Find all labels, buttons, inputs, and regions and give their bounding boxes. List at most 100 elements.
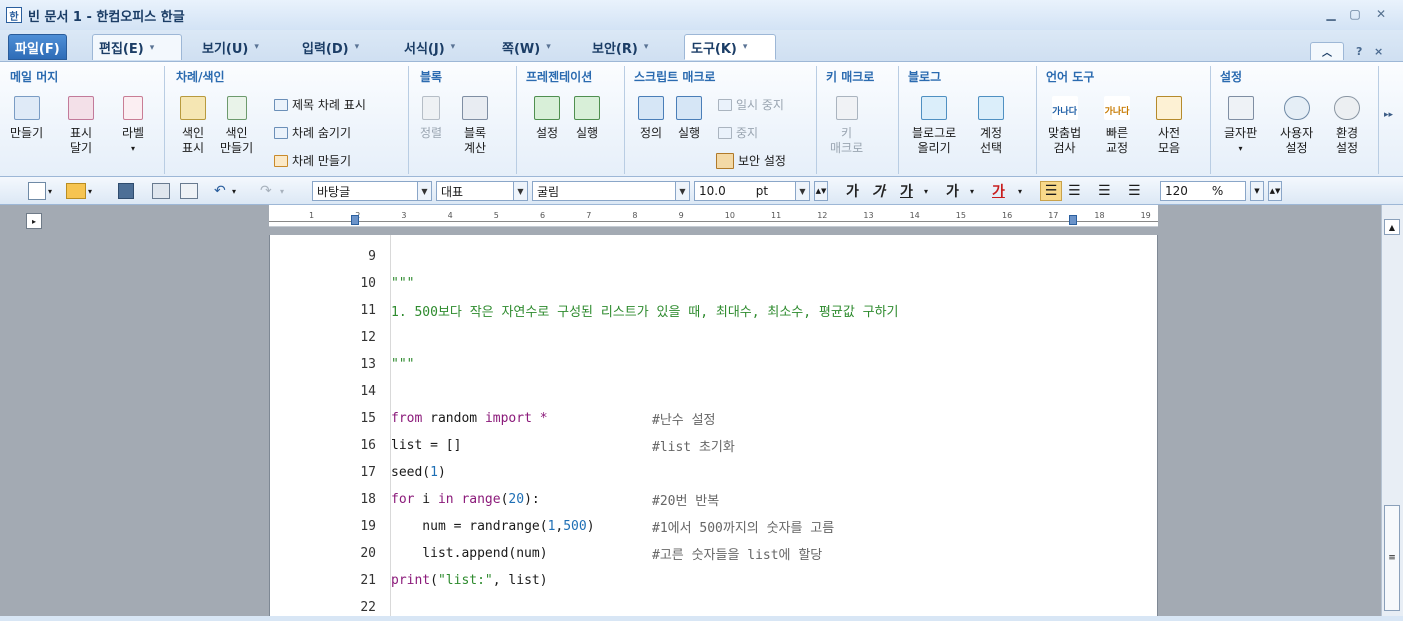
index-make-label: 색인 bbox=[225, 126, 248, 140]
script-define-label: 정의 bbox=[639, 126, 663, 140]
align-right-icon[interactable]: ☰ bbox=[1128, 181, 1141, 201]
ribbon-collapse-button[interactable]: ︿ bbox=[1310, 42, 1344, 60]
font-color-button[interactable]: 가 bbox=[992, 181, 1005, 201]
line-spacing-unit: % bbox=[1211, 184, 1224, 198]
code-text: """ bbox=[391, 276, 415, 291]
toc-make-button[interactable]: 차례 만들기 bbox=[274, 152, 351, 169]
undo-icon[interactable]: ↶ bbox=[214, 181, 226, 201]
line-number: 10 bbox=[360, 276, 376, 291]
line-spacing-input[interactable]: 120% bbox=[1160, 181, 1246, 201]
blog-account-button[interactable]: 계정 선택 bbox=[978, 96, 1004, 156]
underline-button[interactable]: 가 bbox=[900, 181, 913, 201]
index-show-button[interactable]: 색인 표시 bbox=[180, 96, 206, 156]
chevron-down-icon[interactable]: ▾ bbox=[232, 181, 236, 201]
vertical-scrollbar[interactable]: ▲ ≡ bbox=[1381, 205, 1403, 616]
chevron-down-icon[interactable]: ▾ bbox=[1018, 181, 1022, 201]
script-define-button[interactable]: 정의 bbox=[638, 96, 664, 141]
font-size-input[interactable]: 10.0 pt ▼ bbox=[694, 181, 810, 201]
align-justify-icon[interactable]: ☰ bbox=[1040, 181, 1062, 201]
chevron-down-icon[interactable]: ▾ bbox=[88, 181, 92, 201]
tab-file[interactable]: 파일(F) bbox=[8, 34, 67, 60]
code-token: num = bbox=[391, 519, 470, 534]
language-select[interactable]: 대표 ▼ bbox=[436, 181, 528, 201]
mail-merge-make-button[interactable]: 만들기 bbox=[10, 96, 43, 141]
ribbon-scroll-right-icon[interactable]: ▸▸ bbox=[1384, 110, 1393, 120]
line-spacing-dropdown[interactable]: ▼ bbox=[1250, 181, 1264, 201]
new-document-icon[interactable] bbox=[28, 182, 46, 200]
code-comment: #20번 반복 bbox=[652, 494, 720, 509]
style-select[interactable]: 바탕글 ▼ bbox=[312, 181, 432, 201]
style-value: 바탕글 bbox=[317, 184, 351, 199]
font-select[interactable]: 굴림 ▼ bbox=[532, 181, 690, 201]
dictionary-button[interactable]: 사전 모음 bbox=[1156, 96, 1182, 156]
user-settings-button[interactable]: 사용자 설정 bbox=[1280, 96, 1313, 156]
toc-hide-button[interactable]: 차례 숨기기 bbox=[274, 124, 351, 141]
script-pause-button[interactable]: 일시 중지 bbox=[718, 96, 784, 113]
tab-tools[interactable]: 도구(K) ▾ bbox=[684, 34, 776, 60]
script-security-button[interactable]: 보안 설정 bbox=[716, 152, 786, 169]
script-security-label: 보안 설정 bbox=[738, 154, 786, 168]
tab-security[interactable]: 보안(R) ▾ bbox=[586, 34, 654, 60]
code-text: 1. 500보다 작은 자연수로 구성된 리스트가 있을 때, 최대수, 최소수… bbox=[391, 305, 899, 320]
check-mark-icon: 가나다 bbox=[1051, 96, 1078, 120]
line-spacing-stepper[interactable]: ▲▼ bbox=[1268, 181, 1282, 201]
redo-icon[interactable]: ↷ bbox=[260, 181, 272, 201]
label-sheet-icon bbox=[123, 96, 144, 120]
spell-check-button[interactable]: 가나다 맞춤법 검사 bbox=[1048, 96, 1081, 156]
scroll-thumb[interactable]: ≡ bbox=[1384, 505, 1400, 611]
strikethrough-button[interactable]: 가 bbox=[946, 181, 959, 201]
label-button[interactable]: 라벨 ▾ bbox=[122, 96, 144, 156]
tab-stop-selector-icon[interactable]: ▸ bbox=[26, 213, 42, 229]
keyboard-layout-button[interactable]: 글자판 ▾ bbox=[1224, 96, 1257, 156]
line-number: 17 bbox=[360, 465, 376, 480]
index-show-label-2: 표시 bbox=[181, 141, 205, 155]
tab-page[interactable]: 쪽(W) ▾ bbox=[496, 34, 557, 60]
align-center-icon[interactable]: ☰ bbox=[1098, 181, 1111, 201]
index-make-button[interactable]: 색인 만들기 bbox=[220, 96, 253, 156]
toc-title-show-button[interactable]: 제목 차례 표시 bbox=[274, 96, 366, 113]
pause-icon bbox=[718, 98, 732, 111]
quick-correct-button[interactable]: 가나다 빠른 교정 bbox=[1104, 96, 1130, 156]
gear-icon bbox=[1334, 96, 1360, 120]
tab-edit[interactable]: 편집(E) ▾ bbox=[92, 34, 182, 60]
bold-button[interactable]: 가 bbox=[846, 181, 859, 201]
italic-button[interactable]: 가 bbox=[872, 181, 885, 201]
key-macro-button[interactable]: 키 매크로 bbox=[830, 96, 863, 156]
block-sort-button[interactable]: 정렬 bbox=[420, 96, 442, 141]
scroll-up-icon[interactable]: ▲ bbox=[1384, 219, 1400, 235]
block-calc-button[interactable]: 블록 계산 bbox=[462, 96, 488, 156]
left-margin-area: ▸ bbox=[0, 205, 270, 616]
tab-format[interactable]: 서식(J) ▾ bbox=[398, 34, 461, 60]
font-size-stepper[interactable]: ▲▼ bbox=[814, 181, 828, 201]
print-preview-icon[interactable] bbox=[180, 183, 198, 199]
presentation-settings-button[interactable]: 설정 bbox=[534, 96, 560, 141]
indent-marker-icon[interactable] bbox=[351, 215, 359, 225]
tab-view[interactable]: 보기(U) ▾ bbox=[196, 34, 265, 60]
maximize-icon[interactable]: ▢ bbox=[1346, 6, 1364, 22]
print-icon[interactable] bbox=[152, 183, 170, 199]
tab-insert[interactable]: 입력(D) ▾ bbox=[296, 34, 365, 60]
mail-merge-show-button[interactable]: 표시 달기 bbox=[68, 96, 94, 156]
chevron-down-icon[interactable]: ▾ bbox=[280, 181, 284, 201]
close-icon[interactable]: ✕ bbox=[1372, 6, 1390, 22]
code-comment: #1에서 500까지의 숫자를 고름 bbox=[652, 521, 835, 536]
right-indent-marker-icon[interactable] bbox=[1069, 215, 1077, 225]
presentation-run-button[interactable]: 실행 bbox=[574, 96, 600, 141]
group-script-macro: 스크립트 매크로 bbox=[634, 70, 716, 84]
ruler-number: 17 bbox=[1048, 211, 1059, 220]
chevron-down-icon: ▾ bbox=[149, 42, 155, 53]
chevron-down-icon[interactable]: ▾ bbox=[48, 181, 52, 201]
chevron-down-icon[interactable]: ▾ bbox=[970, 181, 974, 201]
align-left-icon[interactable]: ☰ bbox=[1068, 181, 1081, 201]
document-page[interactable]: 9 10 """ 11 1. 500보다 작은 자연수로 구성된 리스트가 있을 때… bbox=[269, 235, 1158, 616]
save-icon[interactable] bbox=[118, 183, 134, 199]
open-folder-icon[interactable] bbox=[66, 183, 86, 199]
script-stop-button[interactable]: 중지 bbox=[718, 124, 758, 141]
chevron-down-icon[interactable]: ▾ bbox=[924, 181, 928, 201]
script-run-button[interactable]: 실행 bbox=[676, 96, 702, 141]
minimize-icon[interactable]: ▁ bbox=[1322, 6, 1340, 22]
blog-post-button[interactable]: 블로그로 올리기 bbox=[912, 96, 956, 156]
environment-settings-button[interactable]: 환경 설정 bbox=[1334, 96, 1360, 156]
security-icon bbox=[716, 152, 734, 169]
group-blog: 블로그 bbox=[908, 70, 942, 84]
